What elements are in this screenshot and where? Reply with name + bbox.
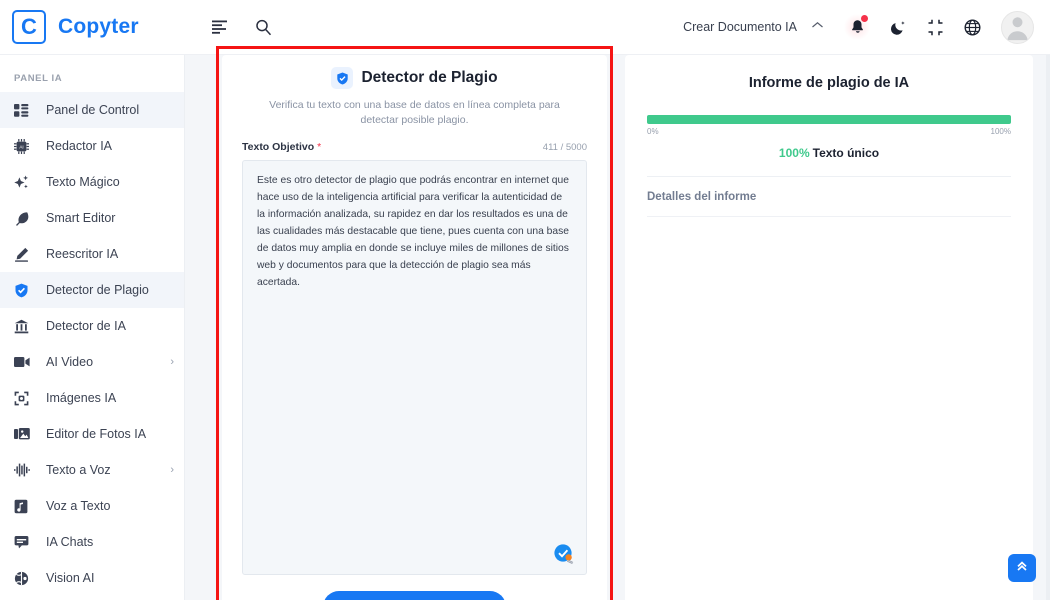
sidebar-item-caret: ›	[170, 356, 174, 368]
vision-brain-icon	[14, 571, 36, 586]
unique-percent: 100%	[778, 146, 810, 160]
sidebar-item-detector-de-ia[interactable]: Detector de IA	[0, 308, 184, 344]
logo-letter: C	[21, 14, 37, 39]
unique-label: Texto único	[812, 146, 880, 160]
sidebar-item-reescritor-ia[interactable]: Reescritor IA	[0, 236, 184, 272]
sidebar-item-caret: ›	[170, 464, 174, 476]
video-icon	[14, 356, 36, 368]
workspace: Detector de Plagio Verifica tu texto con…	[185, 46, 1050, 600]
sidebar-item-smart-editor[interactable]: Smart Editor	[0, 200, 184, 236]
bank-icon	[14, 319, 36, 334]
sidebar-item-redactor-ia[interactable]: AI Redactor IA	[0, 128, 184, 164]
sidebar-item-panel-de-control[interactable]: Panel de Control	[0, 92, 184, 128]
uniqueness-progress-fill	[647, 115, 1011, 124]
sparkles-icon	[14, 175, 36, 190]
feather-icon	[14, 211, 36, 226]
chevrons-up-icon	[1015, 559, 1029, 578]
sidebar-item-editor-de-fotos-ia[interactable]: Editor de Fotos IA	[0, 416, 184, 452]
user-avatar-icon	[1007, 16, 1028, 40]
brand-name: Copyter	[58, 15, 139, 38]
top-bar-right: Crear Documento IA	[683, 10, 1050, 44]
plagiarism-detector-card: Detector de Plagio Verifica tu texto con…	[222, 55, 607, 600]
uniqueness-progress-bar	[647, 115, 1011, 124]
field-header: Texto Objetivo * 411 / 5000	[242, 141, 587, 153]
sidebar-item-label: Reescritor IA	[46, 247, 119, 261]
report-details-title: Detalles del informe	[647, 191, 757, 203]
create-document-button[interactable]: Crear Documento IA	[683, 20, 797, 34]
app-root: C Copyter Crear Documento IA PANEL IA Pa…	[0, 0, 1050, 600]
shield-check-icon	[331, 67, 354, 89]
sidebar-item-imagenes-ia[interactable]: Imágenes IA	[0, 380, 184, 416]
uniqueness-summary: 100% Texto único	[647, 146, 1011, 160]
chevron-up-icon[interactable]	[811, 21, 824, 33]
logo-mark: C	[12, 10, 46, 44]
sidebar-item-label: Redactor IA	[46, 139, 113, 153]
collapse-icon[interactable]	[927, 19, 944, 36]
top-bar-tools	[212, 19, 272, 36]
shield-check-icon	[14, 283, 36, 298]
sidebar-item-label: IA Chats	[46, 535, 94, 549]
progress-min-label: 0%	[647, 127, 659, 136]
globe-icon[interactable]	[964, 18, 981, 36]
scroll-to-top-button[interactable]	[1008, 554, 1036, 582]
sidebar-item-ai-video[interactable]: AI Video ›	[0, 344, 184, 380]
sidebar-item-texto-magico[interactable]: Texto Mágico	[0, 164, 184, 200]
sidebar-item-voz-a-texto[interactable]: Voz a Texto	[0, 488, 184, 524]
sidebar-section-label: PANEL IA	[14, 73, 63, 84]
divider	[647, 176, 1011, 177]
waveform-icon	[14, 463, 36, 477]
sidebar-item-label: AI Video	[46, 355, 94, 369]
sidebar-item-label: Panel de Control	[46, 103, 140, 117]
align-left-icon[interactable]	[212, 20, 229, 34]
sidebar-item-label: Texto a Voz	[46, 463, 111, 477]
character-counter: 411 / 5000	[542, 142, 587, 154]
required-marker: *	[317, 141, 322, 154]
pencil-icon	[14, 247, 36, 262]
scan-plagiarism-button[interactable]: Escanear por plagio	[323, 591, 506, 600]
chat-icon	[14, 535, 36, 549]
sidebar-item-texto-a-voz[interactable]: Texto a Voz ›	[0, 452, 184, 488]
sidebar-item-label: Imágenes IA	[46, 391, 117, 405]
search-icon[interactable]	[255, 19, 272, 36]
action-row: Escanear por plagio	[242, 583, 587, 600]
notification-badge	[861, 15, 868, 22]
notifications-button[interactable]	[844, 14, 870, 40]
page-title: Detector de Plagio	[361, 69, 498, 86]
card-header: Detector de Plagio	[242, 67, 587, 89]
plagiarism-report-card: Informe de plagio de IA 0% 100% 100% Text…	[625, 55, 1033, 600]
sidebar-item-label: Detector de IA	[46, 319, 126, 333]
sidebar-item-label: Detector de Plagio	[46, 283, 149, 297]
sidebar-item-label: Smart Editor	[46, 211, 116, 225]
avatar[interactable]	[1001, 10, 1034, 44]
ai-chip-icon: AI	[14, 138, 36, 154]
sidebar-item-label: Texto Mágico	[46, 175, 120, 189]
audio-file-icon	[14, 499, 36, 514]
photo-edit-icon	[14, 427, 36, 441]
progress-scale: 0% 100%	[647, 127, 1011, 136]
page-edge-strip	[1046, 55, 1050, 600]
sidebar: PANEL IA Panel de Control AI Redactor IA…	[0, 55, 185, 600]
sidebar-item-ia-chats[interactable]: IA Chats	[0, 524, 184, 560]
image-frame-icon	[14, 391, 36, 406]
progress-max-label: 100%	[990, 127, 1011, 136]
grammarly-check-icon[interactable]	[553, 543, 575, 565]
sidebar-item-label: Editor de Fotos IA	[46, 427, 147, 441]
svg-text:AI: AI	[19, 144, 23, 149]
target-text-label: Texto Objetivo	[242, 141, 315, 154]
sidebar-item-detector-de-plagio[interactable]: Detector de Plagio	[0, 272, 184, 308]
sidebar-item-label: Voz a Texto	[46, 499, 111, 513]
brand-logo[interactable]: C Copyter	[0, 10, 190, 44]
top-bar: C Copyter Crear Documento IA	[0, 0, 1050, 55]
dashboard-icon	[14, 103, 36, 117]
sidebar-item-vision-ai[interactable]: Vision AI	[0, 560, 184, 596]
textarea-wrapper	[242, 160, 587, 583]
moon-icon[interactable]	[890, 19, 907, 36]
target-text-input[interactable]	[242, 160, 587, 575]
card-subtitle: Verifica tu texto con una base de datos …	[269, 99, 560, 127]
divider-secondary	[647, 216, 1011, 217]
sidebar-item-label: Vision AI	[46, 571, 95, 585]
report-title: Informe de plagio de IA	[748, 75, 910, 91]
